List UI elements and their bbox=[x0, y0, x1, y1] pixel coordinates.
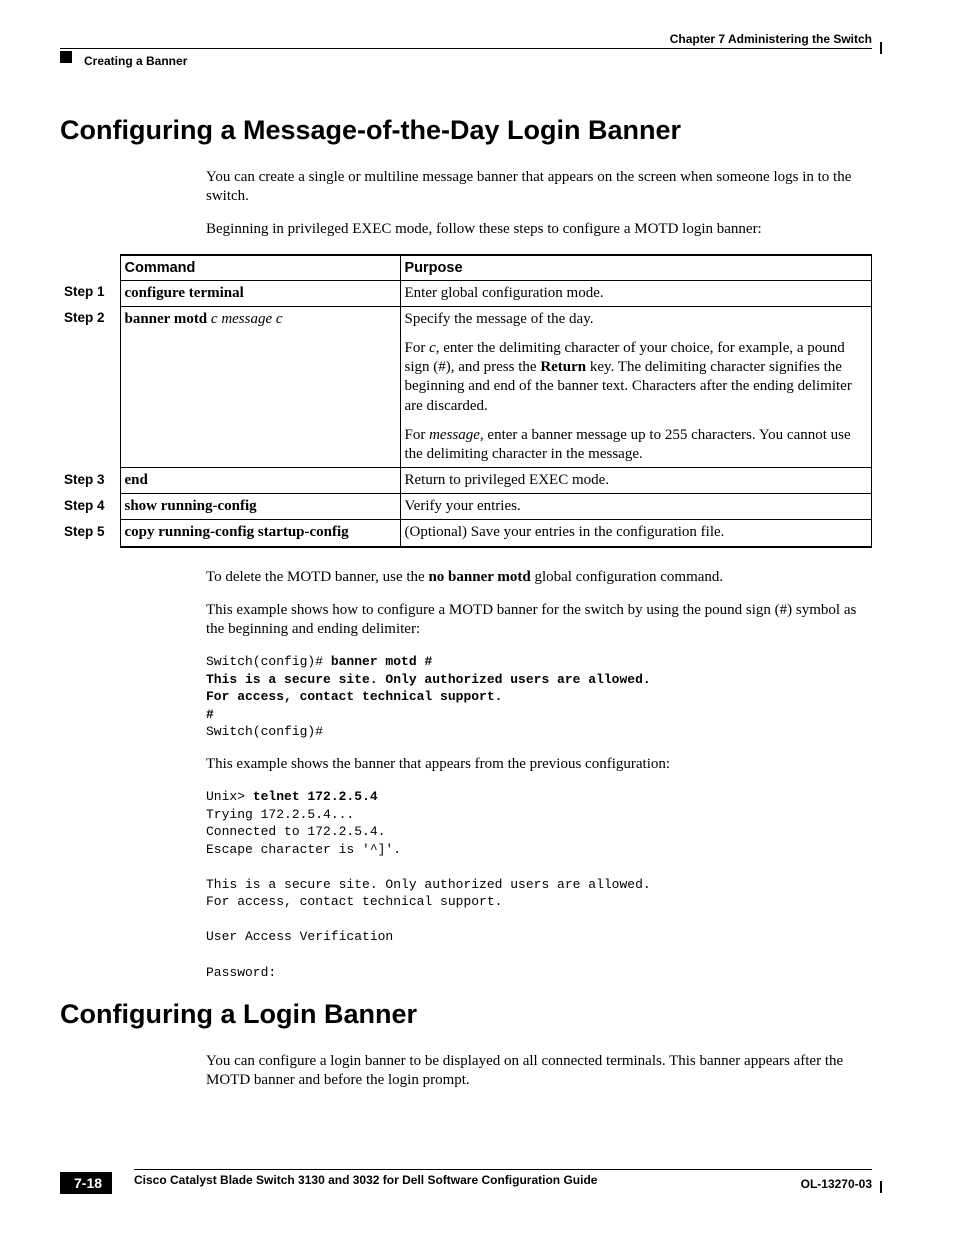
command-table: Command Purpose Step 1 configure termina… bbox=[60, 254, 872, 548]
section-body: You can create a single or multiline mes… bbox=[206, 168, 872, 240]
page: Chapter 7 Administering the Switch Creat… bbox=[0, 0, 954, 1235]
content: Configuring a Message-of-the-Day Login B… bbox=[60, 115, 872, 1105]
purpose-cell: Verify your entries. bbox=[400, 494, 872, 520]
paragraph: To delete the MOTD banner, use the no ba… bbox=[206, 568, 872, 587]
header-chapter: Chapter 7 Administering the Switch bbox=[670, 32, 872, 46]
header-tick-icon bbox=[880, 42, 882, 54]
table-row: Step 4 show running-config Verify your e… bbox=[60, 494, 872, 520]
section-heading-login: Configuring a Login Banner bbox=[60, 999, 872, 1030]
table-row: Step 1 configure terminal Enter global c… bbox=[60, 280, 872, 306]
col-header-command: Command bbox=[120, 255, 400, 281]
purpose-cell: Return to privileged EXEC mode. bbox=[400, 468, 872, 494]
purpose-line: For c, enter the delimiting character of… bbox=[405, 339, 868, 416]
code-block: Switch(config)# banner motd # This is a … bbox=[206, 653, 872, 741]
footer-tick-icon bbox=[880, 1181, 882, 1193]
step-label: Step 4 bbox=[60, 494, 120, 520]
purpose-cell: (Optional) Save your entries in the conf… bbox=[400, 520, 872, 547]
purpose-line: Specify the message of the day. bbox=[405, 310, 868, 329]
step-label: Step 2 bbox=[60, 306, 120, 467]
table-row: Step 2 banner motd c message c Specify t… bbox=[60, 306, 872, 467]
purpose-line: For message, enter a banner message up t… bbox=[405, 426, 868, 464]
section-body: To delete the MOTD banner, use the no ba… bbox=[206, 568, 872, 982]
purpose-cell: Specify the message of the day. For c, e… bbox=[400, 306, 872, 467]
command-cell: end bbox=[120, 468, 400, 494]
step-label: Step 3 bbox=[60, 468, 120, 494]
step-label: Step 5 bbox=[60, 520, 120, 547]
header-block-icon bbox=[60, 51, 72, 63]
command-cell: copy running-config startup-config bbox=[120, 520, 400, 547]
paragraph: You can configure a login banner to be d… bbox=[206, 1052, 872, 1090]
command-cell: configure terminal bbox=[120, 280, 400, 306]
section-body: You can configure a login banner to be d… bbox=[206, 1052, 872, 1090]
paragraph: This example shows how to configure a MO… bbox=[206, 601, 872, 639]
col-header-purpose: Purpose bbox=[400, 255, 872, 281]
footer-doc-id: OL-13270-03 bbox=[801, 1177, 872, 1191]
header-breadcrumb: Creating a Banner bbox=[84, 54, 187, 68]
code-block: Unix> telnet 172.2.5.4 Trying 172.2.5.4.… bbox=[206, 788, 872, 981]
header-rule bbox=[60, 48, 872, 49]
footer-title: Cisco Catalyst Blade Switch 3130 and 303… bbox=[134, 1173, 597, 1187]
table-row: Step 5 copy running-config startup-confi… bbox=[60, 520, 872, 547]
purpose-cell: Enter global configuration mode. bbox=[400, 280, 872, 306]
paragraph: This example shows the banner that appea… bbox=[206, 755, 872, 774]
table-header-row: Command Purpose bbox=[60, 255, 872, 281]
footer-page-number: 7-18 bbox=[60, 1172, 112, 1194]
step-label: Step 1 bbox=[60, 280, 120, 306]
command-cell: banner motd c message c bbox=[120, 306, 400, 467]
footer-rule bbox=[134, 1169, 872, 1170]
table-row: Step 3 end Return to privileged EXEC mod… bbox=[60, 468, 872, 494]
paragraph: Beginning in privileged EXEC mode, follo… bbox=[206, 220, 872, 239]
section-heading-motd: Configuring a Message-of-the-Day Login B… bbox=[60, 115, 872, 146]
paragraph: You can create a single or multiline mes… bbox=[206, 168, 872, 206]
command-cell: show running-config bbox=[120, 494, 400, 520]
